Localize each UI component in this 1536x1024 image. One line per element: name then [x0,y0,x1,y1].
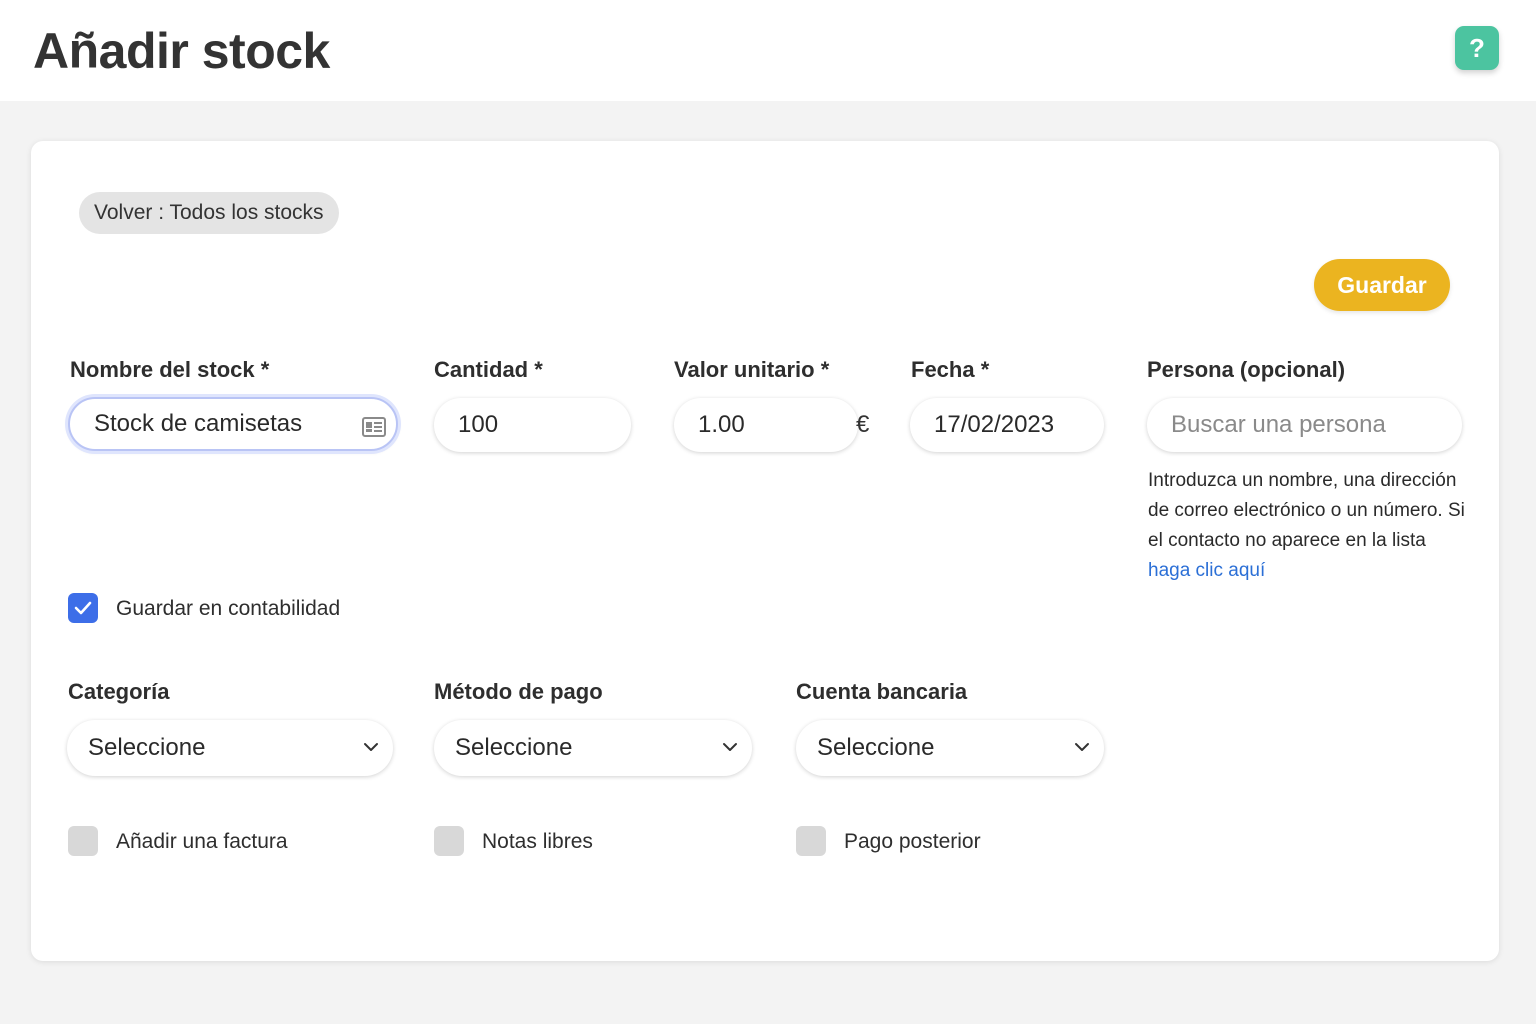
payment-method-select-value: Seleccione [455,734,573,761]
category-label: Categoría [68,679,170,704]
quantity-label: Cantidad * [434,357,543,382]
save-button[interactable]: Guardar [1314,259,1450,311]
person-search-input[interactable]: Buscar una persona [1147,398,1462,452]
contact-card-icon[interactable] [362,416,386,444]
top-bar: Añadir stock ? [0,0,1536,101]
person-search-placeholder: Buscar una persona [1171,411,1386,438]
date-label: Fecha * [911,357,990,382]
chevron-down-icon [364,743,378,751]
unit-value-value: 1.00 [698,411,745,438]
chevron-down-icon [723,743,737,751]
stock-name-value: Stock de camisetas [94,410,303,437]
back-link-label: Volver : Todos los stocks [94,201,324,224]
person-label: Persona (opcional) [1147,357,1346,382]
stock-name-input[interactable]: Stock de camisetas [68,397,398,451]
quantity-input[interactable]: 100 [434,398,631,452]
person-hint-text: Introduzca un nombre, una dirección de c… [1148,470,1465,551]
page-title: Añadir stock [33,23,330,79]
help-button[interactable]: ? [1455,26,1499,70]
bank-account-select-value: Seleccione [817,734,935,761]
stock-name-label: Nombre del stock * [70,357,270,382]
quantity-value: 100 [458,411,499,438]
later-payment-label: Pago posterior [844,830,981,853]
add-invoice-checkbox[interactable] [68,826,98,856]
bank-account-label: Cuenta bancaria [796,679,968,704]
unit-value-label: Valor unitario * [674,357,830,382]
date-value: 17/02/2023 [934,411,1055,438]
free-notes-label: Notas libres [482,830,593,853]
question-mark-icon: ? [1469,32,1485,63]
accounting-label: Guardar en contabilidad [116,597,341,620]
free-notes-checkbox[interactable] [434,826,464,856]
payment-method-select[interactable]: Seleccione [434,720,752,776]
later-payment-checkbox[interactable] [796,826,826,856]
bank-account-select[interactable]: Seleccione [796,720,1104,776]
checkmark-icon [74,601,92,615]
chevron-down-icon [1075,743,1089,751]
create-contact-link[interactable]: haga clic aquí [1148,556,1478,586]
category-select-value: Seleccione [88,734,206,761]
person-hint: Introduzca un nombre, una dirección de c… [1148,466,1478,586]
payment-method-label: Método de pago [434,679,603,704]
accounting-checkbox[interactable] [68,593,98,623]
save-button-label: Guardar [1337,271,1427,298]
add-invoice-label: Añadir una factura [116,830,288,853]
back-to-stocks-button[interactable]: Volver : Todos los stocks [79,192,339,234]
euro-currency-symbol: € [856,411,870,438]
unit-value-input[interactable]: 1.00 [674,398,858,452]
category-select[interactable]: Seleccione [67,720,393,776]
date-input[interactable]: 17/02/2023 [910,398,1104,452]
form-card: Volver : Todos los stocks Guardar Nombre… [31,141,1499,961]
